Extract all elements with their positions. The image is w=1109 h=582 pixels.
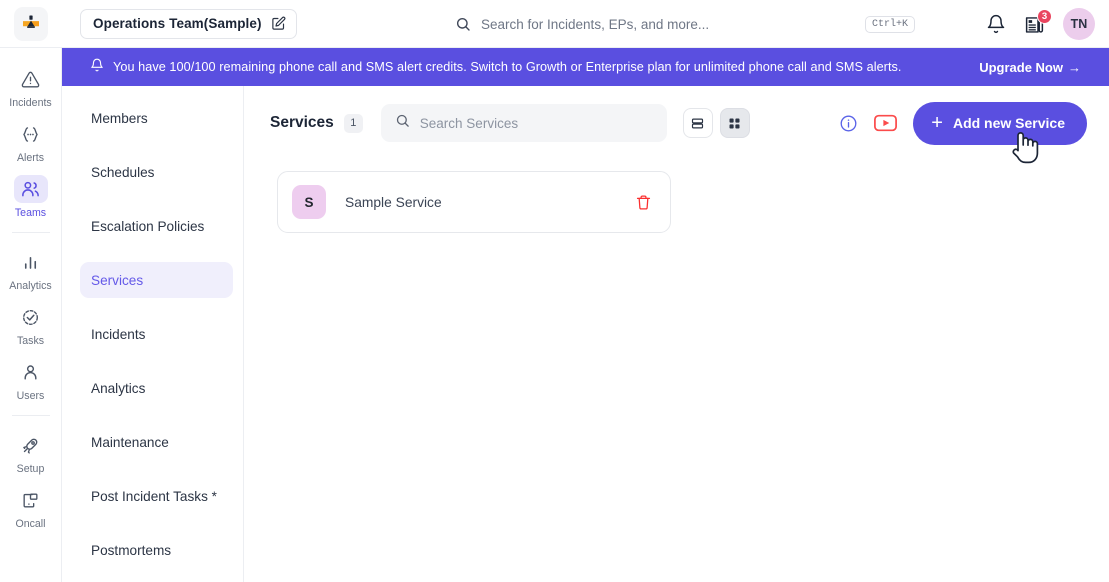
sidebar-item-postmortems[interactable]: Postmortems — [80, 532, 233, 568]
rail-item-teams[interactable]: Teams — [4, 170, 58, 222]
sidebar-item-analytics[interactable]: Analytics — [80, 370, 233, 406]
grid-view-icon — [729, 118, 740, 128]
rail-label: Teams — [14, 207, 47, 219]
arrow-right-icon: → — [1068, 59, 1081, 75]
search-icon — [395, 113, 410, 133]
rail-item-users[interactable]: Users — [4, 353, 58, 405]
upgrade-now-label: Upgrade Now — [979, 59, 1063, 75]
view-mode-toggle-group — [682, 108, 750, 138]
plan-upgrade-banner: You have 100/100 remaining phone call an… — [62, 48, 1109, 86]
documents-button[interactable]: 3 — [1024, 8, 1052, 35]
zenduty-logo-icon — [23, 15, 39, 28]
search-input[interactable] — [481, 16, 855, 32]
search-shortcut-hint: Ctrl+K — [864, 15, 915, 33]
rocket-icon — [14, 431, 48, 459]
add-new-service-button[interactable]: + Add new Service — [913, 101, 1087, 145]
oncall-screen-icon — [14, 486, 48, 514]
sidebar-item-post-incident-tasks[interactable]: Post Incident Tasks * — [80, 478, 233, 514]
team-selector-chip[interactable]: Operations Team(Sample) — [80, 8, 297, 39]
sidebar-item-label: Maintenance — [91, 434, 169, 450]
sidebar-item-label: Post Incident Tasks * — [91, 488, 217, 504]
bar-chart-icon — [14, 248, 48, 276]
sidebar-item-services[interactable]: Services — [80, 262, 233, 298]
plus-icon: + — [931, 112, 943, 134]
service-name: Sample Service — [345, 194, 442, 210]
grid-view-button[interactable] — [719, 108, 750, 138]
sidebar-item-schedules[interactable]: Schedules — [80, 154, 233, 190]
documents-badge: 3 — [1037, 8, 1052, 24]
info-circle-icon[interactable] — [839, 114, 858, 133]
upgrade-now-link[interactable]: Upgrade Now → — [979, 60, 1081, 75]
sidebar-item-label: Analytics — [91, 380, 146, 396]
edit-pencil-icon[interactable] — [271, 16, 286, 31]
services-count-badge: 1 — [343, 113, 363, 133]
team-name-label: Operations Team(Sample) — [93, 16, 262, 31]
rail-item-alerts[interactable]: Alerts — [4, 115, 58, 167]
page-title: Services — [270, 114, 334, 131]
team-sub-nav: Members Schedules Escalation Policies Se… — [62, 86, 244, 582]
services-header: Services 1 Search Services + Add new Ser… — [270, 101, 1087, 145]
sidebar-item-members[interactable]: Members — [80, 100, 233, 136]
add-new-service-label: Add new Service — [952, 115, 1065, 131]
app-logo[interactable] — [14, 6, 48, 41]
global-search[interactable]: Ctrl+K — [455, 8, 915, 40]
top-bar: Operations Team(Sample) Ctrl+K — [0, 0, 1109, 48]
services-search-input[interactable] — [419, 115, 653, 131]
rail-label: Users — [16, 390, 45, 402]
sidebar-item-escalation-policies[interactable]: Escalation Policies — [80, 208, 233, 244]
bell-icon — [987, 14, 1005, 34]
rail-label: Tasks — [16, 335, 45, 347]
rail-item-incidents[interactable]: Incidents — [4, 60, 58, 112]
search-icon — [455, 16, 471, 32]
banner-message: You have 100/100 remaining phone call an… — [113, 60, 902, 74]
list-view-button[interactable] — [682, 108, 713, 138]
bell-alert-icon — [90, 58, 104, 77]
avatar[interactable]: TN — [1063, 8, 1095, 40]
list-view-icon — [692, 118, 704, 128]
trash-icon[interactable] — [635, 194, 652, 211]
rail-label: Setup — [16, 463, 45, 475]
warning-triangle-icon — [14, 65, 48, 93]
sidebar-item-label: Postmortems — [91, 542, 172, 558]
sidebar-item-label: Incidents — [91, 326, 146, 342]
top-bar-actions: 3 TN — [986, 0, 1095, 48]
primary-nav-rail: Incidents Alerts Teams Analytics Tasks U… — [0, 48, 62, 582]
rail-label: Alerts — [16, 152, 45, 164]
sidebar-item-incidents[interactable]: Incidents — [80, 316, 233, 352]
main-content: Services 1 Search Services + Add new Ser… — [244, 86, 1109, 582]
service-avatar: S — [292, 185, 326, 219]
notifications-button[interactable] — [986, 14, 1006, 34]
task-check-circle-icon — [14, 303, 48, 331]
rail-divider — [11, 415, 50, 416]
user-icon — [14, 358, 48, 386]
rail-item-analytics[interactable]: Analytics — [4, 243, 58, 295]
sidebar-item-label: Schedules — [91, 164, 155, 180]
header-actions: + Add new Service — [839, 101, 1087, 145]
rail-divider — [11, 232, 50, 233]
people-icon — [13, 175, 48, 203]
sidebar-item-label: Escalation Policies — [91, 218, 205, 234]
services-search[interactable] — [380, 104, 667, 142]
rail-label: Analytics — [9, 280, 52, 292]
youtube-play-icon — [874, 114, 898, 132]
rail-item-setup[interactable]: Setup — [4, 426, 58, 478]
rail-label: Incidents — [9, 97, 52, 109]
sidebar-item-label: Services — [91, 272, 144, 288]
sidebar-item-label: Members — [91, 110, 148, 126]
youtube-play-icon[interactable] — [874, 114, 898, 132]
rail-item-oncall[interactable]: Oncall — [4, 481, 58, 533]
rail-label: Oncall — [15, 518, 46, 530]
rail-item-tasks[interactable]: Tasks — [4, 298, 58, 350]
sidebar-item-maintenance[interactable]: Maintenance — [80, 424, 233, 460]
service-card[interactable]: S Sample Service — [277, 171, 671, 233]
alert-braces-icon — [14, 120, 48, 148]
